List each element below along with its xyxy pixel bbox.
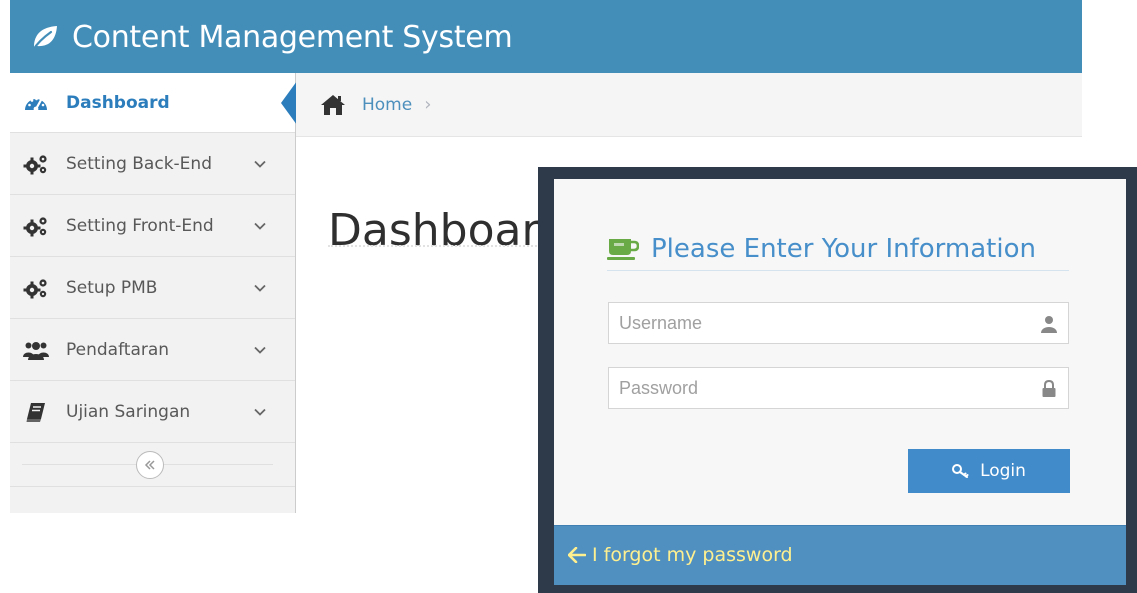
login-header-text: Please Enter Your Information — [651, 234, 1036, 264]
chevron-down-icon — [254, 408, 266, 416]
sidebar-collapse-row — [10, 443, 295, 487]
leaf-icon — [31, 26, 57, 52]
chevron-down-icon — [254, 346, 266, 354]
sidebar-item-dashboard[interactable]: Dashboard — [10, 73, 297, 133]
breadcrumb-home-link[interactable]: Home — [362, 95, 412, 115]
arrow-left-icon — [568, 547, 586, 563]
chevron-down-icon — [254, 160, 266, 168]
sidebar-item-setting-back-end[interactable]: Setting Back-End — [10, 133, 295, 195]
breadcrumb-separator-icon: › — [424, 94, 432, 115]
password-input[interactable] — [609, 368, 1068, 408]
lock-icon — [1042, 380, 1056, 397]
users-icon — [22, 338, 50, 362]
username-field-wrapper — [608, 302, 1069, 344]
sidebar-item-setup-pmb[interactable]: Setup PMB — [10, 257, 295, 319]
chevron-down-icon — [254, 284, 266, 292]
page-title: Dashboard — [328, 205, 567, 257]
navbar: Content Management System — [10, 0, 1082, 73]
sidebar: Dashboard Setting Back-End Setting Front… — [10, 73, 297, 513]
login-button[interactable]: Login — [908, 449, 1070, 493]
home-icon[interactable] — [320, 94, 346, 116]
login-toolbar: I forgot my password — [554, 525, 1126, 585]
forgot-password-link[interactable]: I forgot my password — [568, 544, 793, 566]
forgot-password-text: I forgot my password — [592, 544, 793, 566]
brand[interactable]: Content Management System — [30, 18, 513, 56]
sidebar-item-label: Setting Back-End — [66, 153, 212, 174]
coffee-icon — [607, 239, 639, 260]
sidebar-item-ujian-saringan[interactable]: Ujian Saringan — [10, 381, 295, 443]
sidebar-item-label: Setup PMB — [66, 277, 158, 298]
user-icon — [1041, 316, 1057, 333]
title-divider — [328, 245, 548, 247]
cogs-icon — [22, 276, 50, 300]
sidebar-item-pendaftaran[interactable]: Pendaftaran — [10, 319, 295, 381]
login-button-label: Login — [980, 461, 1026, 481]
sidebar-collapse-button[interactable] — [136, 451, 164, 479]
cogs-icon — [22, 214, 50, 238]
double-chevron-left-icon — [144, 460, 155, 470]
sidebar-item-label: Dashboard — [66, 92, 170, 113]
app-title: Content Management System — [72, 19, 513, 55]
username-input[interactable] — [609, 303, 1068, 343]
sidebar-item-label: Ujian Saringan — [66, 401, 191, 422]
breadcrumb: Home › — [296, 73, 1082, 137]
sidebar-item-label: Setting Front-End — [66, 215, 214, 236]
book-icon — [22, 400, 50, 424]
tachometer-icon — [22, 91, 50, 115]
cogs-icon — [22, 152, 50, 176]
sidebar-item-label: Pendaftaran — [66, 339, 170, 360]
password-field-wrapper — [608, 367, 1069, 409]
key-icon — [952, 464, 969, 478]
sidebar-item-setting-front-end[interactable]: Setting Front-End — [10, 195, 295, 257]
login-header: Please Enter Your Information — [607, 228, 1069, 271]
chevron-down-icon — [254, 222, 266, 230]
